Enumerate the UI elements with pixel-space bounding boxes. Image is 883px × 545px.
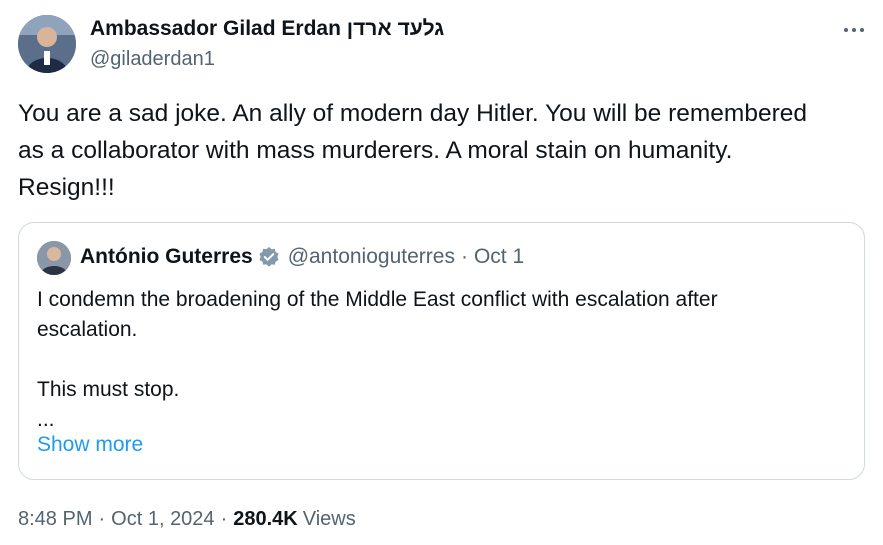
tweet-date[interactable]: Oct 1, 2024 [111, 508, 214, 531]
quoted-text-line: escalation. [37, 318, 138, 341]
separator-dot: · [220, 508, 228, 530]
more-icon[interactable] [834, 20, 874, 40]
author-name[interactable]: Ambassador Gilad Erdan גלעד ארדן [90, 17, 444, 41]
quoted-text-line: This must stop. [37, 378, 180, 401]
tweet-text-line: Resign!!! [18, 174, 115, 201]
quoted-text-line: ... [37, 408, 55, 431]
quoted-author-name: António Guterres [80, 245, 253, 268]
tweet-text: You are a sad joke. An ally of modern da… [18, 95, 868, 206]
show-more-link[interactable]: Show more [37, 433, 143, 457]
verified-icon [258, 246, 280, 268]
tweet-text-line: as a collaborator with mass murderers. A… [18, 137, 733, 164]
quoted-text-line: I condemn the broadening of the Middle E… [37, 288, 718, 311]
author-handle[interactable]: @giladerdan1 [90, 48, 215, 71]
quoted-header: António Guterres @antonioguterres · Oct … [80, 245, 524, 269]
quoted-text: I condemn the broadening of the Middle E… [37, 285, 847, 435]
tweet-meta: 8:48 PM · Oct 1, 2024 · 280.4K Views [18, 508, 356, 531]
tweet-text-line: You are a sad joke. An ally of modern da… [18, 100, 808, 127]
quoted-author-handle: @antonioguterres [287, 245, 455, 268]
quoted-author-avatar [37, 241, 71, 275]
quoted-date: Oct 1 [473, 245, 525, 268]
views-count: 280.4K [233, 508, 298, 530]
quoted-tweet-card[interactable]: António Guterres @antonioguterres · Oct … [18, 222, 865, 480]
separator-dot: · [460, 245, 468, 268]
views-label: Views [302, 508, 356, 530]
separator-dot: · [98, 508, 106, 530]
quoted-text-line [37, 345, 847, 375]
author-avatar[interactable] [18, 15, 76, 73]
tweet-time[interactable]: 8:48 PM [18, 508, 92, 531]
